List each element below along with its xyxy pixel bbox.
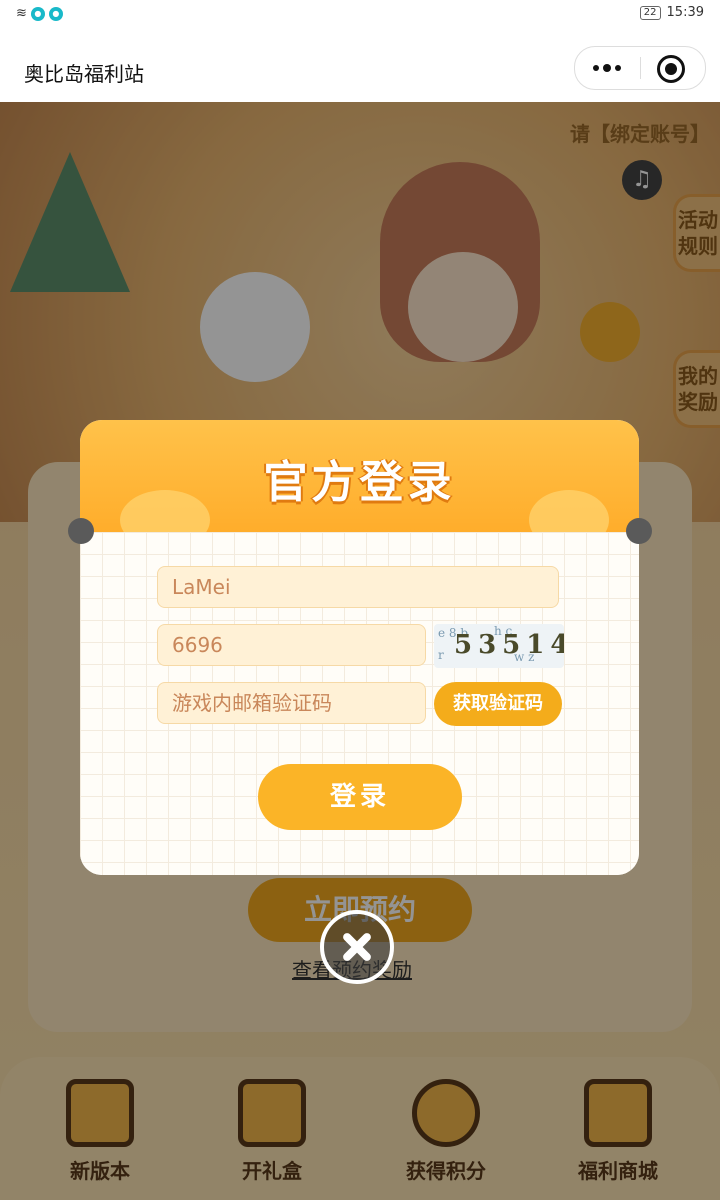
captcha-text: 53514 <box>454 630 564 660</box>
page-title: 奥比岛福利站 <box>24 62 144 86</box>
status-icons-left: ≋ ● ● <box>16 6 63 21</box>
modal-notch-right <box>626 518 652 544</box>
notification-icon: ● <box>30 6 45 21</box>
wifi-icon: ≋ <box>16 6 27 21</box>
more-options-button[interactable] <box>575 47 639 89</box>
status-bar: ≋ ● ● 22 15:39 <box>0 0 720 28</box>
username-input[interactable] <box>157 566 559 608</box>
login-modal: 官方登录 e 8 b h c r w z 53514 获取验证码 登录 <box>80 420 639 875</box>
modal-notch-left <box>68 518 94 544</box>
get-code-button[interactable]: 获取验证码 <box>434 682 562 726</box>
close-icon[interactable] <box>320 910 394 984</box>
captcha-image[interactable]: e 8 b h c r w z 53514 <box>434 624 564 668</box>
battery-icon: 22 <box>639 5 661 20</box>
modal-header: 官方登录 <box>80 420 639 550</box>
modal-title: 官方登录 <box>263 457 456 508</box>
close-program-icon[interactable] <box>657 55 685 83</box>
capsule-menu <box>574 46 706 90</box>
notification-icon: ● <box>48 6 63 21</box>
captcha-input[interactable] <box>157 624 426 666</box>
clock: 15:39 <box>666 5 704 20</box>
status-icons-right: 22 15:39 <box>639 5 704 20</box>
mini-program-header: 奥比岛福利站 <box>0 28 720 103</box>
capsule-divider <box>640 57 641 79</box>
login-button[interactable]: 登录 <box>258 764 462 830</box>
email-code-input[interactable] <box>157 682 426 724</box>
